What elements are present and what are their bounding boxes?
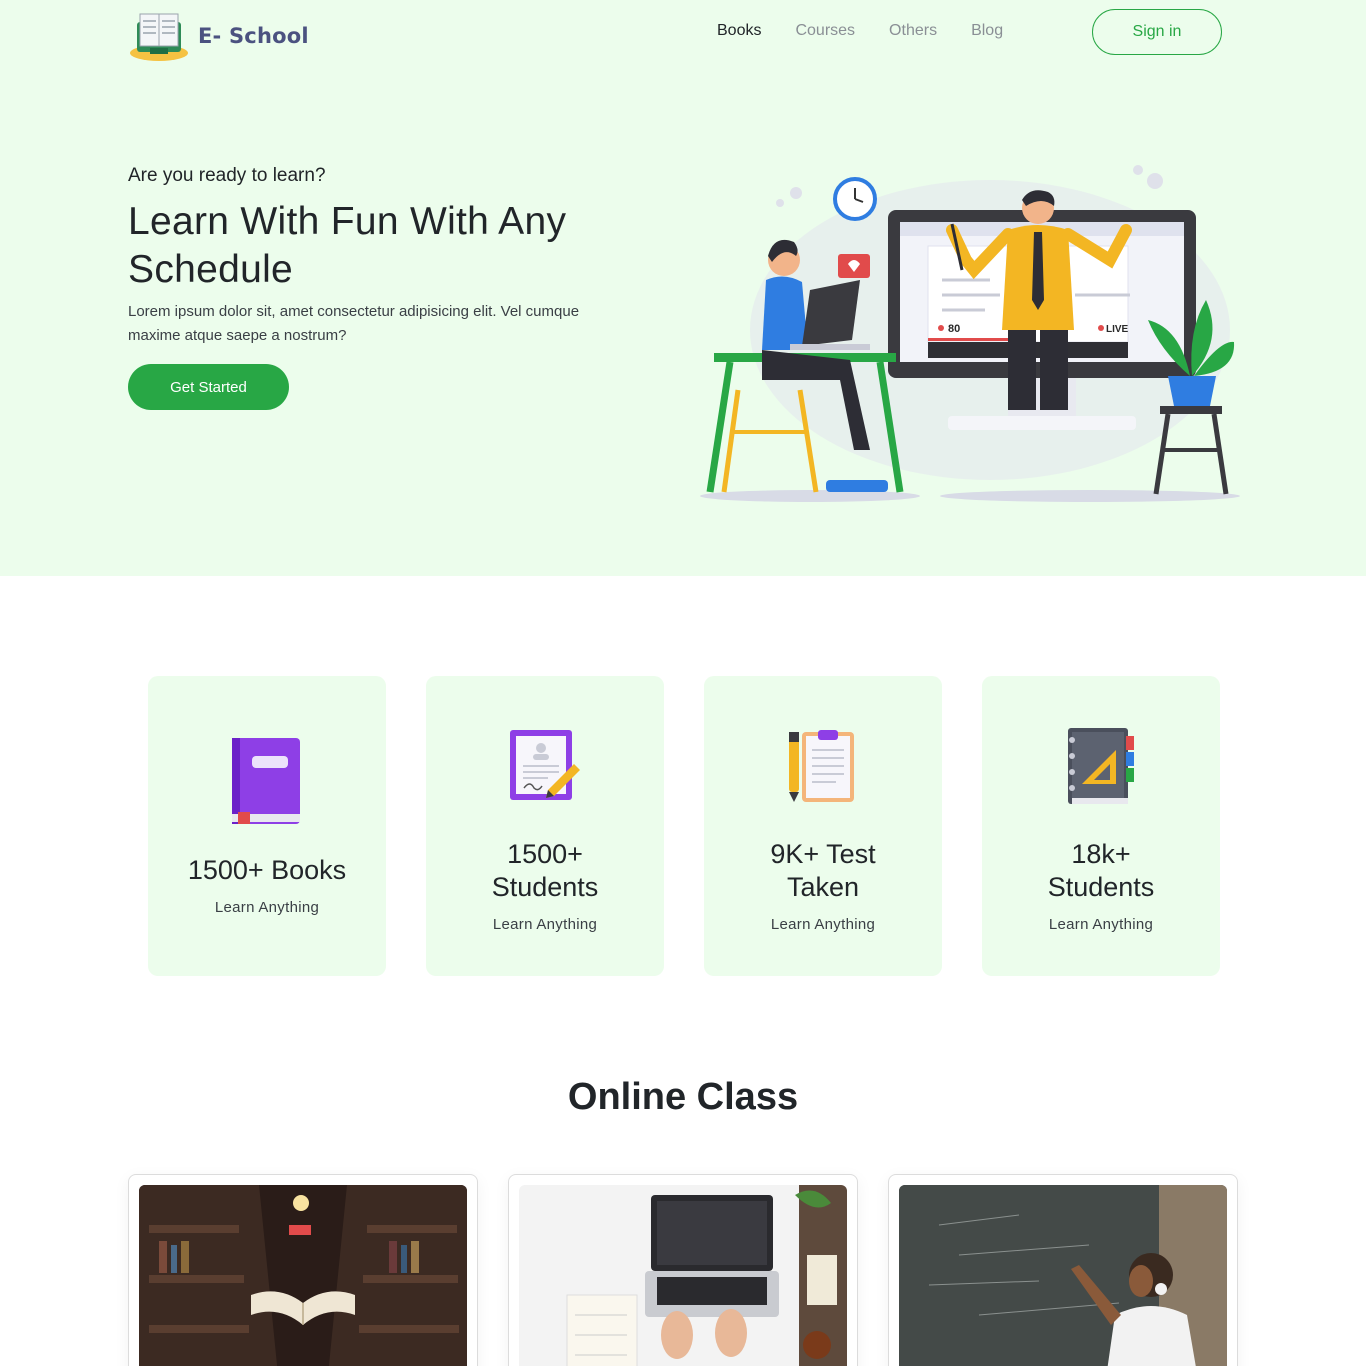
nav-item-books[interactable]: Books: [717, 22, 761, 40]
brand-name: E- School: [198, 24, 309, 48]
stat-card-students-total: 18k+ Students Learn Anything: [982, 676, 1220, 976]
notebook-icon: [1061, 720, 1141, 812]
hero-description: Lorem ipsum dolor sit, amet consectetur …: [128, 303, 580, 344]
stat-subtitle: Learn Anything: [492, 915, 598, 933]
sign-in-button[interactable]: Sign in: [1092, 9, 1222, 55]
viewer-count: 80: [948, 323, 960, 335]
nav-item-others[interactable]: Others: [889, 22, 937, 40]
stat-card-tests: 9K+ Test Taken Learn Anything: [704, 676, 942, 976]
online-class-list: [128, 1174, 1238, 1366]
book-icon: [227, 736, 307, 828]
stat-value: 1500+ Books: [187, 855, 347, 885]
certificate-icon: [505, 720, 585, 812]
stat-subtitle: Learn Anything: [1048, 915, 1154, 933]
class-card[interactable]: [128, 1174, 478, 1366]
nav-item-blog[interactable]: Blog: [971, 22, 1003, 40]
live-badge: LIVE: [1106, 324, 1129, 335]
main-nav: Books Courses Others Blog: [700, 0, 1020, 62]
stat-value: 1500+ Students: [491, 838, 599, 902]
stats-row: 1500+ Books Learn Anything 1500+ Student…: [148, 676, 1220, 976]
laptop-desk-image: [519, 1185, 847, 1366]
stat-card-books: 1500+ Books Learn Anything: [148, 676, 386, 976]
stat-value: 18k+ Students: [1047, 838, 1155, 902]
get-started-button[interactable]: Get Started: [128, 364, 289, 410]
stat-subtitle: Learn Anything: [770, 915, 876, 933]
section-title: Online Class: [567, 1076, 799, 1118]
nav-item-courses[interactable]: Courses: [795, 22, 855, 40]
clock-icon: [833, 177, 877, 221]
online-learning-illustration: 80 LIVE: [690, 150, 1250, 510]
stat-value: 9K+ Test Taken: [770, 838, 876, 902]
stat-card-students: 1500+ Students Learn Anything: [426, 676, 664, 976]
open-book-icon: [128, 8, 190, 64]
clipboard-icon: [783, 720, 863, 812]
class-card[interactable]: [508, 1174, 858, 1366]
blackboard-student-image: [899, 1185, 1227, 1366]
brand-logo[interactable]: E- School: [128, 8, 309, 64]
hero-title: Learn With Fun With Any Schedule: [128, 200, 567, 291]
library-image: [139, 1185, 467, 1366]
hero-eyebrow: Are you ready to learn?: [128, 165, 326, 186]
stat-subtitle: Learn Anything: [214, 899, 320, 916]
class-card[interactable]: [888, 1174, 1238, 1366]
